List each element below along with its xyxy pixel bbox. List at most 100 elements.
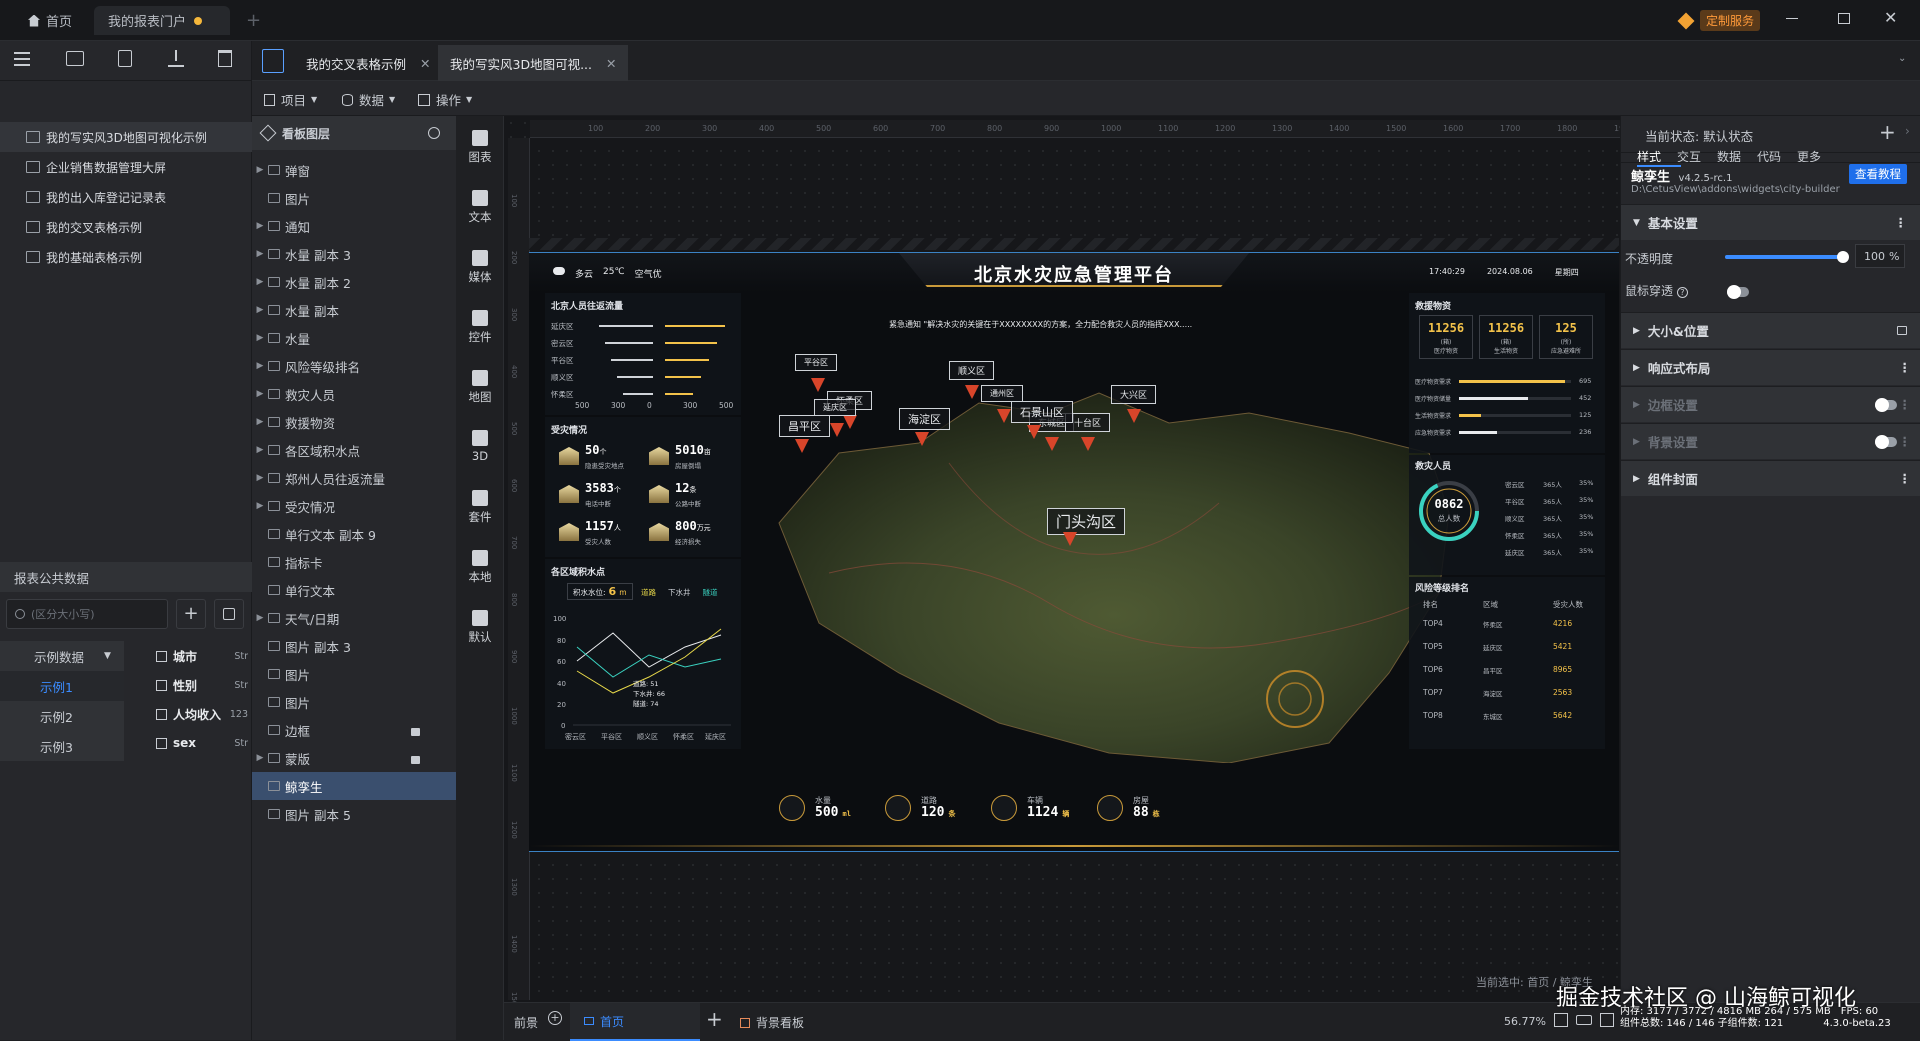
lock-icon[interactable] xyxy=(411,756,420,764)
widget-category[interactable]: 本地 xyxy=(456,550,504,585)
doc-tab-cross-table[interactable]: 我的交叉表格示例 ✕ xyxy=(294,45,443,81)
menu-data[interactable]: 数据 ▼ xyxy=(342,90,395,109)
section-toggle[interactable] xyxy=(1875,435,1897,449)
trash-icon[interactable] xyxy=(218,50,232,67)
document-icon[interactable] xyxy=(262,49,284,73)
add-data-button[interactable]: + xyxy=(176,599,206,629)
widget-category[interactable]: 图表 xyxy=(456,130,504,165)
report-item[interactable]: 我的基础表格示例 xyxy=(0,242,252,272)
edit-data-button[interactable] xyxy=(214,599,244,629)
widget-category[interactable]: 套件 xyxy=(456,490,504,525)
layer-item[interactable]: ▶ 风险等级排名 xyxy=(252,352,456,380)
expand-arrow-icon[interactable]: ▶ xyxy=(252,613,268,623)
expand-arrow-icon[interactable]: ▶ xyxy=(252,221,268,231)
add-foreground-icon[interactable]: + xyxy=(548,1011,562,1025)
menu-operations[interactable]: 操作 ▼ xyxy=(418,90,472,109)
report-item[interactable]: 我的写实风3D地图可视化示例 xyxy=(0,122,252,152)
map-district-label[interactable]: 门头沟区 xyxy=(1047,508,1126,535)
checkbox-icon[interactable] xyxy=(156,650,167,662)
map-district-label[interactable]: 顺义区 xyxy=(949,361,995,380)
close-icon[interactable]: ✕ xyxy=(1884,8,1897,27)
property-section[interactable]: ▶ 组件封面 ⋮ xyxy=(1621,460,1920,496)
expand-arrow-icon[interactable]: ▶ xyxy=(252,473,268,483)
dataset-item[interactable]: 示例1 xyxy=(0,671,124,701)
window-tab-home[interactable]: 首页 xyxy=(14,6,86,35)
keyboard-icon[interactable] xyxy=(1576,1015,1592,1025)
basic-settings-section[interactable]: ▼ 基本设置 ⋮ xyxy=(1621,204,1920,240)
expand-arrow-icon[interactable]: ▶ xyxy=(252,417,268,427)
expand-arrow-icon[interactable]: ▶ xyxy=(252,753,268,763)
report-item[interactable]: 企业销售数据管理大屏 xyxy=(0,152,252,182)
field-item[interactable]: 城市 Str xyxy=(156,645,248,667)
expand-arrow-icon[interactable]: ▶ xyxy=(252,305,268,315)
layer-item[interactable]: ▶ 水量 副本 3 xyxy=(252,240,456,268)
menu-icon[interactable] xyxy=(14,52,30,66)
map-district-label[interactable]: 石景山区 xyxy=(1011,401,1073,423)
layer-item[interactable]: ▶ 天气/日期 xyxy=(252,604,456,632)
layer-item[interactable]: ▶ 救灾人员 xyxy=(252,380,456,408)
dataset-item[interactable]: 示例2 xyxy=(0,701,124,731)
property-section[interactable]: ▶ 大小&位置 xyxy=(1621,312,1920,348)
map-district-label[interactable]: 通州区 xyxy=(981,385,1023,402)
widget-category[interactable]: 文本 xyxy=(456,190,504,225)
menu-project[interactable]: 项目 ▼ xyxy=(264,90,317,109)
widget-category[interactable]: 媒体 xyxy=(456,250,504,285)
close-tab-icon[interactable]: ✕ xyxy=(606,56,616,71)
tabs-dropdown-icon[interactable]: ⌄ xyxy=(1898,53,1906,64)
more-icon[interactable]: ⋮ xyxy=(1899,434,1912,449)
mouse-through-toggle[interactable] xyxy=(1727,285,1749,299)
report-item[interactable]: 我的交叉表格示例 xyxy=(0,212,252,242)
layer-item[interactable]: ▶ 水量 xyxy=(252,324,456,352)
map-district-label[interactable]: 延庆区 xyxy=(814,399,856,416)
expand-arrow-icon[interactable]: ▶ xyxy=(252,333,268,343)
minimize-icon[interactable] xyxy=(1786,18,1798,19)
add-state-button[interactable]: + xyxy=(1879,120,1896,144)
new-tab-button[interactable]: + xyxy=(246,10,261,31)
custom-service-button[interactable]: 定制服务 xyxy=(1677,10,1761,31)
map-district-label[interactable]: 平谷区 xyxy=(795,354,837,371)
widget-category[interactable]: 地图 xyxy=(456,370,504,405)
restore-icon[interactable] xyxy=(1838,13,1850,24)
checkbox-icon[interactable] xyxy=(156,679,167,691)
expand-arrow-icon[interactable]: ▶ xyxy=(252,501,268,511)
expand-arrow-icon[interactable]: ▶ xyxy=(252,277,268,287)
section-toggle[interactable] xyxy=(1875,398,1897,412)
layer-item[interactable]: 图片 副本 3 xyxy=(252,632,456,660)
dashboard-preview[interactable]: 平谷区怀柔区延庆区顺义区通州区大兴区东城区十台区昌平区海淀区石景山区门头沟区 北… xyxy=(529,252,1619,852)
download-icon[interactable] xyxy=(168,50,184,67)
doc-tab-3d-map[interactable]: 我的写实风3D地图可视... ✕ xyxy=(438,45,629,81)
field-item[interactable]: 性别 Str xyxy=(156,674,248,696)
layer-item[interactable]: ▶ 水量 副本 2 xyxy=(252,268,456,296)
field-item[interactable]: 人均收入 123 xyxy=(156,703,248,725)
layer-item[interactable]: ▶ 通知 xyxy=(252,212,456,240)
layer-item[interactable]: ▶ 各区域积水点 xyxy=(252,436,456,464)
expand-arrow-icon[interactable]: ▶ xyxy=(252,361,268,371)
folder-add-icon[interactable] xyxy=(66,51,84,66)
more-icon[interactable]: ⋮ xyxy=(1899,360,1912,375)
tutorial-button[interactable]: 查看教程 xyxy=(1849,164,1907,184)
foreground-button[interactable]: 前景 xyxy=(514,1014,538,1031)
report-item[interactable]: 我的出入库登记记录表 xyxy=(0,182,252,212)
background-board-button[interactable]: 背景看板 xyxy=(740,1014,804,1031)
add-page-button[interactable]: + xyxy=(706,1007,723,1031)
layer-item[interactable]: 鲸孪生 xyxy=(252,772,456,800)
property-section[interactable]: ▶ 边框设置 ⋮ xyxy=(1621,386,1920,422)
layer-item[interactable]: 边框 xyxy=(252,716,456,744)
layer-item[interactable]: ▶ 受灾情况 xyxy=(252,492,456,520)
close-tab-icon[interactable]: ✕ xyxy=(420,56,430,71)
dataset-select[interactable]: 示例数据 ▼ xyxy=(0,641,124,671)
map-district-label[interactable]: 昌平区 xyxy=(779,415,830,437)
lock-icon[interactable] xyxy=(411,728,420,736)
more-icon[interactable]: ⋮ xyxy=(1895,215,1908,230)
field-item[interactable]: sex Str xyxy=(156,732,248,754)
lock-icon[interactable] xyxy=(1897,326,1907,335)
fit-screen-icon[interactable] xyxy=(1554,1013,1568,1027)
chevron-right-icon[interactable]: › xyxy=(1905,124,1910,138)
layer-item[interactable]: 图片 副本 5 xyxy=(252,800,456,828)
layer-item[interactable]: 图片 xyxy=(252,660,456,688)
property-section[interactable]: ▶ 背景设置 ⋮ xyxy=(1621,423,1920,459)
layer-item[interactable]: 单行文本 xyxy=(252,576,456,604)
expand-arrow-icon[interactable]: ▶ xyxy=(252,165,268,175)
search-icon[interactable] xyxy=(428,127,440,139)
help-icon[interactable]: ? xyxy=(1676,287,1688,298)
